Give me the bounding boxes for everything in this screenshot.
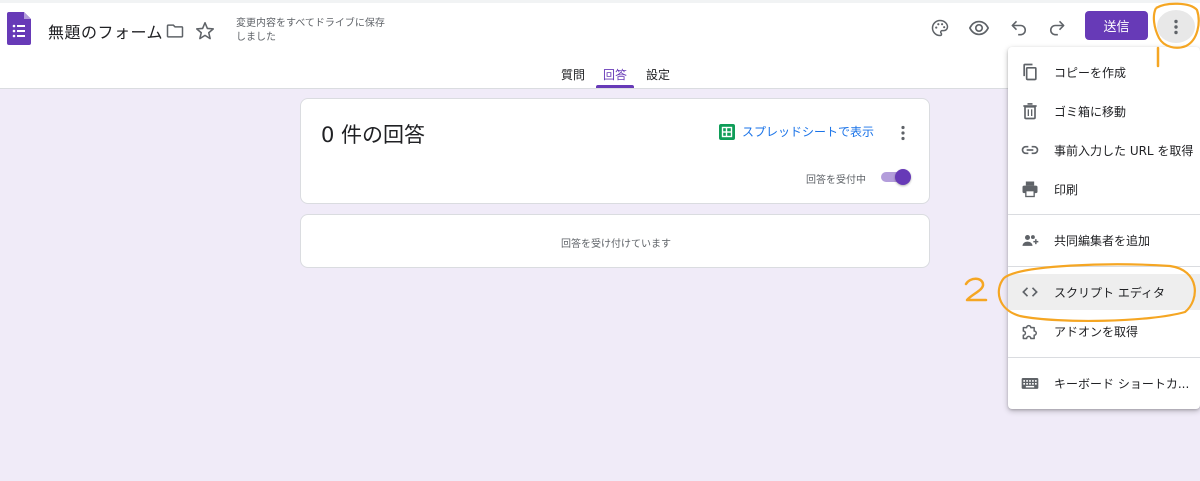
responses-summary-card: 0 件の回答 スプレッドシートで表示 回答を受付中: [300, 98, 930, 204]
undo-button[interactable]: [1004, 13, 1034, 43]
palette-icon: [931, 19, 949, 37]
copy-icon: [1023, 63, 1037, 81]
save-status: 変更内容をすべてドライブに保存しました: [236, 18, 385, 43]
more-options-button[interactable]: [1157, 10, 1195, 43]
menu-item-keyboard-shortcuts[interactable]: キーボード ショートカ...: [1008, 365, 1200, 401]
tab-settings[interactable]: 設定: [646, 66, 670, 83]
eye-icon: [968, 20, 990, 36]
menu-divider: [1008, 266, 1200, 267]
preview-button[interactable]: [964, 13, 994, 43]
top-line: [0, 0, 1200, 3]
response-status-text: 回答を受け付けています: [561, 239, 671, 250]
print-icon: [1022, 181, 1038, 198]
view-in-sheets-label: スプレッドシートで表示: [742, 125, 875, 139]
forms-app-icon[interactable]: [7, 12, 31, 45]
menu-item-label: 共同編集者を追加: [1054, 233, 1151, 248]
menu-item-script-editor[interactable]: スクリプト エディタ: [1008, 274, 1200, 310]
undo-icon: [1011, 20, 1026, 36]
accepting-responses-toggle[interactable]: [879, 169, 911, 185]
more-vert-icon: [1174, 19, 1178, 34]
customize-theme-button[interactable]: [925, 13, 955, 43]
menu-item-make-copy[interactable]: コピーを作成: [1008, 54, 1200, 90]
menu-item-label: ゴミ箱に移動: [1054, 104, 1127, 119]
menu-item-label: キーボード ショートカ...: [1054, 376, 1190, 391]
star-icon[interactable]: [194, 20, 216, 42]
menu-item-print[interactable]: 印刷: [1008, 171, 1200, 207]
trash-icon: [1023, 103, 1037, 120]
menu-item-get-addons[interactable]: アドオンを取得: [1008, 313, 1200, 349]
menu-divider: [1008, 214, 1200, 215]
menu-item-label: スクリプト エディタ: [1054, 285, 1165, 300]
active-tab-indicator: [596, 85, 634, 88]
response-count-title: 0 件の回答: [321, 123, 426, 147]
keyboard-icon: [1021, 378, 1039, 389]
menu-item-move-to-trash[interactable]: ゴミ箱に移動: [1008, 93, 1200, 129]
more-options-menu: コピーを作成 ゴミ箱に移動 事前入力した URL を取得 印刷 共同編集者を追加…: [1008, 47, 1200, 409]
annotation-step-2-stroke: [964, 277, 988, 302]
folder-icon[interactable]: [164, 21, 186, 41]
code-icon: [1022, 287, 1038, 297]
sheets-icon: [719, 123, 735, 140]
accepting-responses-label: 回答を受付中: [806, 175, 866, 186]
add-people-icon: [1022, 235, 1039, 246]
menu-item-add-collaborators[interactable]: 共同編集者を追加: [1008, 222, 1200, 258]
more-vert-icon: [901, 125, 905, 141]
toggle-knob: [895, 169, 911, 185]
menu-item-label: アドオンを取得: [1054, 324, 1139, 339]
send-button[interactable]: 送信: [1085, 11, 1148, 40]
puzzle-icon: [1022, 324, 1037, 340]
tab-responses[interactable]: 回答: [603, 66, 627, 83]
responses-more-button[interactable]: [893, 123, 913, 143]
menu-item-label: コピーを作成: [1054, 65, 1127, 80]
link-icon: [1021, 145, 1039, 155]
view-in-sheets-link[interactable]: スプレッドシートで表示: [719, 123, 874, 140]
response-status-card: 回答を受け付けています: [300, 214, 930, 268]
menu-divider: [1008, 357, 1200, 358]
form-title[interactable]: 無題のフォーム: [48, 19, 163, 43]
redo-icon: [1050, 20, 1065, 36]
redo-button[interactable]: [1042, 13, 1072, 43]
tab-questions[interactable]: 質問: [561, 66, 585, 83]
menu-item-prefilled-url[interactable]: 事前入力した URL を取得: [1008, 132, 1200, 168]
menu-item-label: 事前入力した URL を取得: [1054, 143, 1194, 158]
menu-item-label: 印刷: [1054, 182, 1079, 197]
